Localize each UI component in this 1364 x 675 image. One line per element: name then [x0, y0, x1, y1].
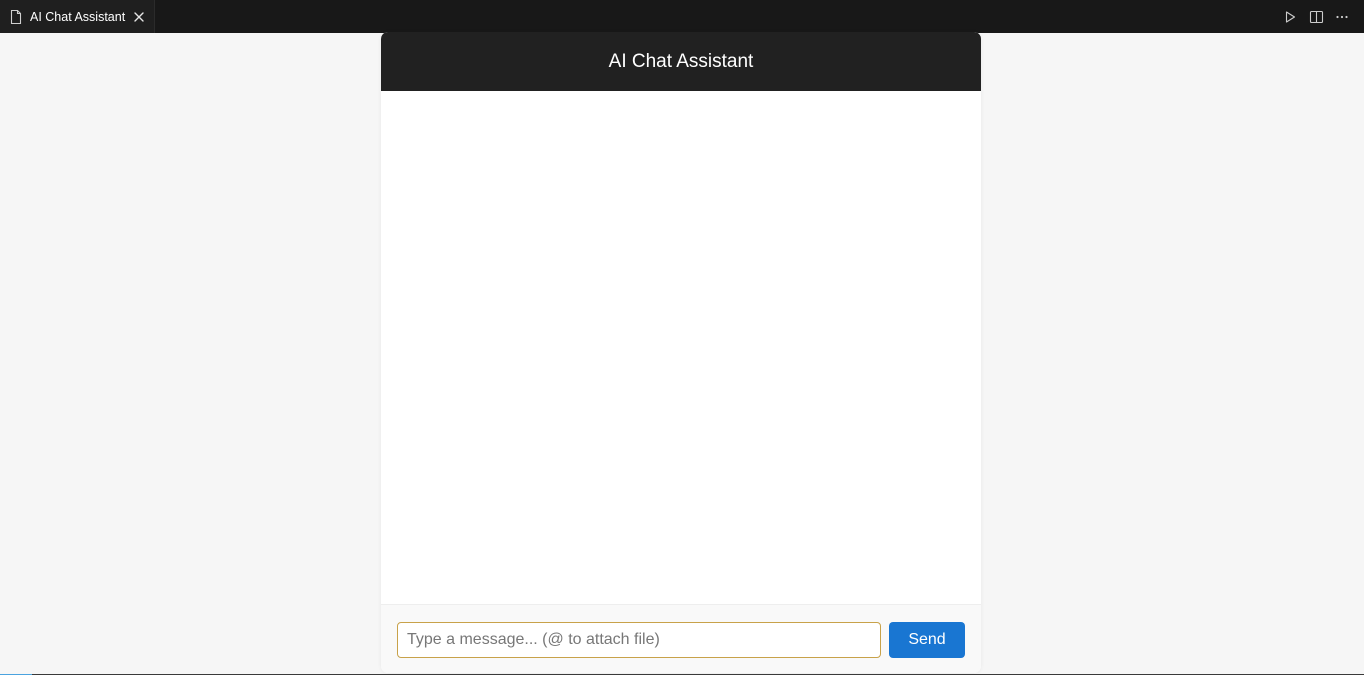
file-icon: [9, 9, 23, 25]
send-button[interactable]: Send: [889, 622, 965, 658]
close-icon[interactable]: [132, 10, 146, 24]
editor-tab[interactable]: AI Chat Assistant: [0, 0, 155, 33]
message-input[interactable]: [397, 622, 881, 658]
webview-content: AI Chat Assistant Send: [0, 32, 1364, 675]
chat-header: AI Chat Assistant: [381, 32, 981, 91]
tab-label: AI Chat Assistant: [30, 9, 126, 24]
chat-title: AI Chat Assistant: [608, 50, 754, 72]
editor-actions: [1282, 0, 1350, 33]
split-editor-icon[interactable]: [1308, 9, 1324, 25]
chat-input-bar: Send: [381, 604, 981, 673]
editor-titlebar: AI Chat Assistant: [0, 0, 1364, 33]
run-icon[interactable]: [1282, 9, 1298, 25]
chat-container: AI Chat Assistant Send: [381, 32, 981, 673]
more-actions-icon[interactable]: [1334, 9, 1350, 25]
chat-messages-area[interactable]: [381, 91, 981, 604]
